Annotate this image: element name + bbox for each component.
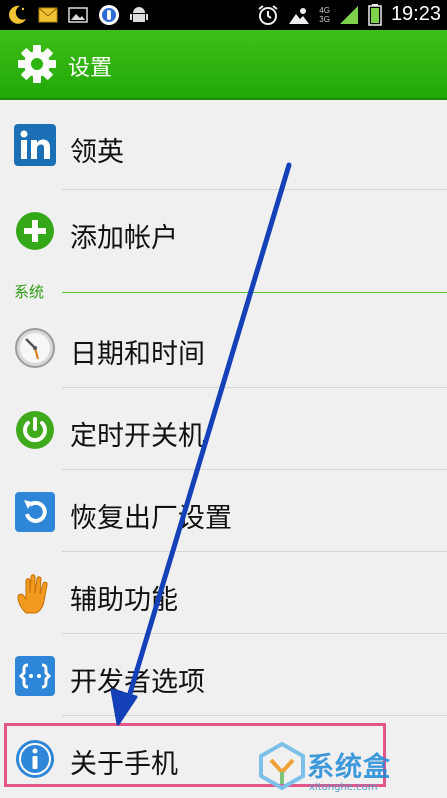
clock-time: 19:23 [390, 3, 441, 25]
developer-icon [15, 656, 55, 696]
settings-item-label: 辅助功能 [70, 585, 178, 616]
watermark-logo: 系统盒 xitonghe.com [255, 740, 447, 798]
settings-item-date-time[interactable]: 日期和时间 [0, 306, 447, 388]
network-type: 4G 3G [319, 6, 330, 24]
mail-icon [38, 7, 58, 23]
settings-item-label: 定时开关机 [70, 421, 205, 452]
settings-item-label: 开发者选项 [70, 667, 205, 698]
settings-item-factory-reset[interactable]: 恢复出厂设置 [0, 470, 447, 552]
signal-icon [339, 5, 358, 24]
weather-icon [289, 7, 310, 24]
linkedin-icon [14, 124, 56, 166]
page-title: 设置 [68, 56, 113, 81]
network-label-4g: 4G [319, 5, 330, 15]
watermark-mark-icon [259, 742, 305, 790]
settings-item-developer-options[interactable]: 开发者选项 [0, 634, 447, 716]
network-label-3g: 3G [319, 14, 330, 24]
section-divider [62, 292, 447, 293]
power-icon [16, 411, 54, 449]
android-icon [130, 7, 148, 22]
settings-item-linkedin[interactable]: 领英 [0, 100, 447, 190]
gear-icon[interactable] [16, 43, 58, 85]
settings-item-label: 恢复出厂设置 [70, 503, 232, 534]
status-bar: 4G 3G 19:23 [0, 0, 447, 30]
action-bar: 设置 [0, 30, 447, 100]
clock-icon [15, 328, 55, 368]
image-icon [68, 7, 88, 23]
settings-item-accessibility[interactable]: 辅助功能 [0, 552, 447, 634]
watermark-url: xitonghe.com [309, 782, 378, 793]
moon-icon [9, 5, 26, 24]
settings-item-scheduled-power[interactable]: 定时开关机 [0, 388, 447, 470]
restore-icon [15, 492, 55, 532]
settings-item-label: 添加帐户 [70, 223, 178, 254]
section-title: 系统 [14, 283, 45, 301]
battery-icon [368, 3, 382, 26]
section-header-system: 系统 [0, 280, 447, 304]
settings-item-label: 领英 [70, 137, 124, 168]
alarm-icon [258, 4, 278, 25]
watermark-text: 系统盒 [307, 752, 391, 783]
add-icon [16, 212, 54, 250]
sync-icon [99, 5, 119, 25]
settings-item-add-account[interactable]: 添加帐户 [0, 190, 447, 278]
settings-item-label: 日期和时间 [70, 339, 205, 370]
hand-icon [17, 574, 48, 614]
